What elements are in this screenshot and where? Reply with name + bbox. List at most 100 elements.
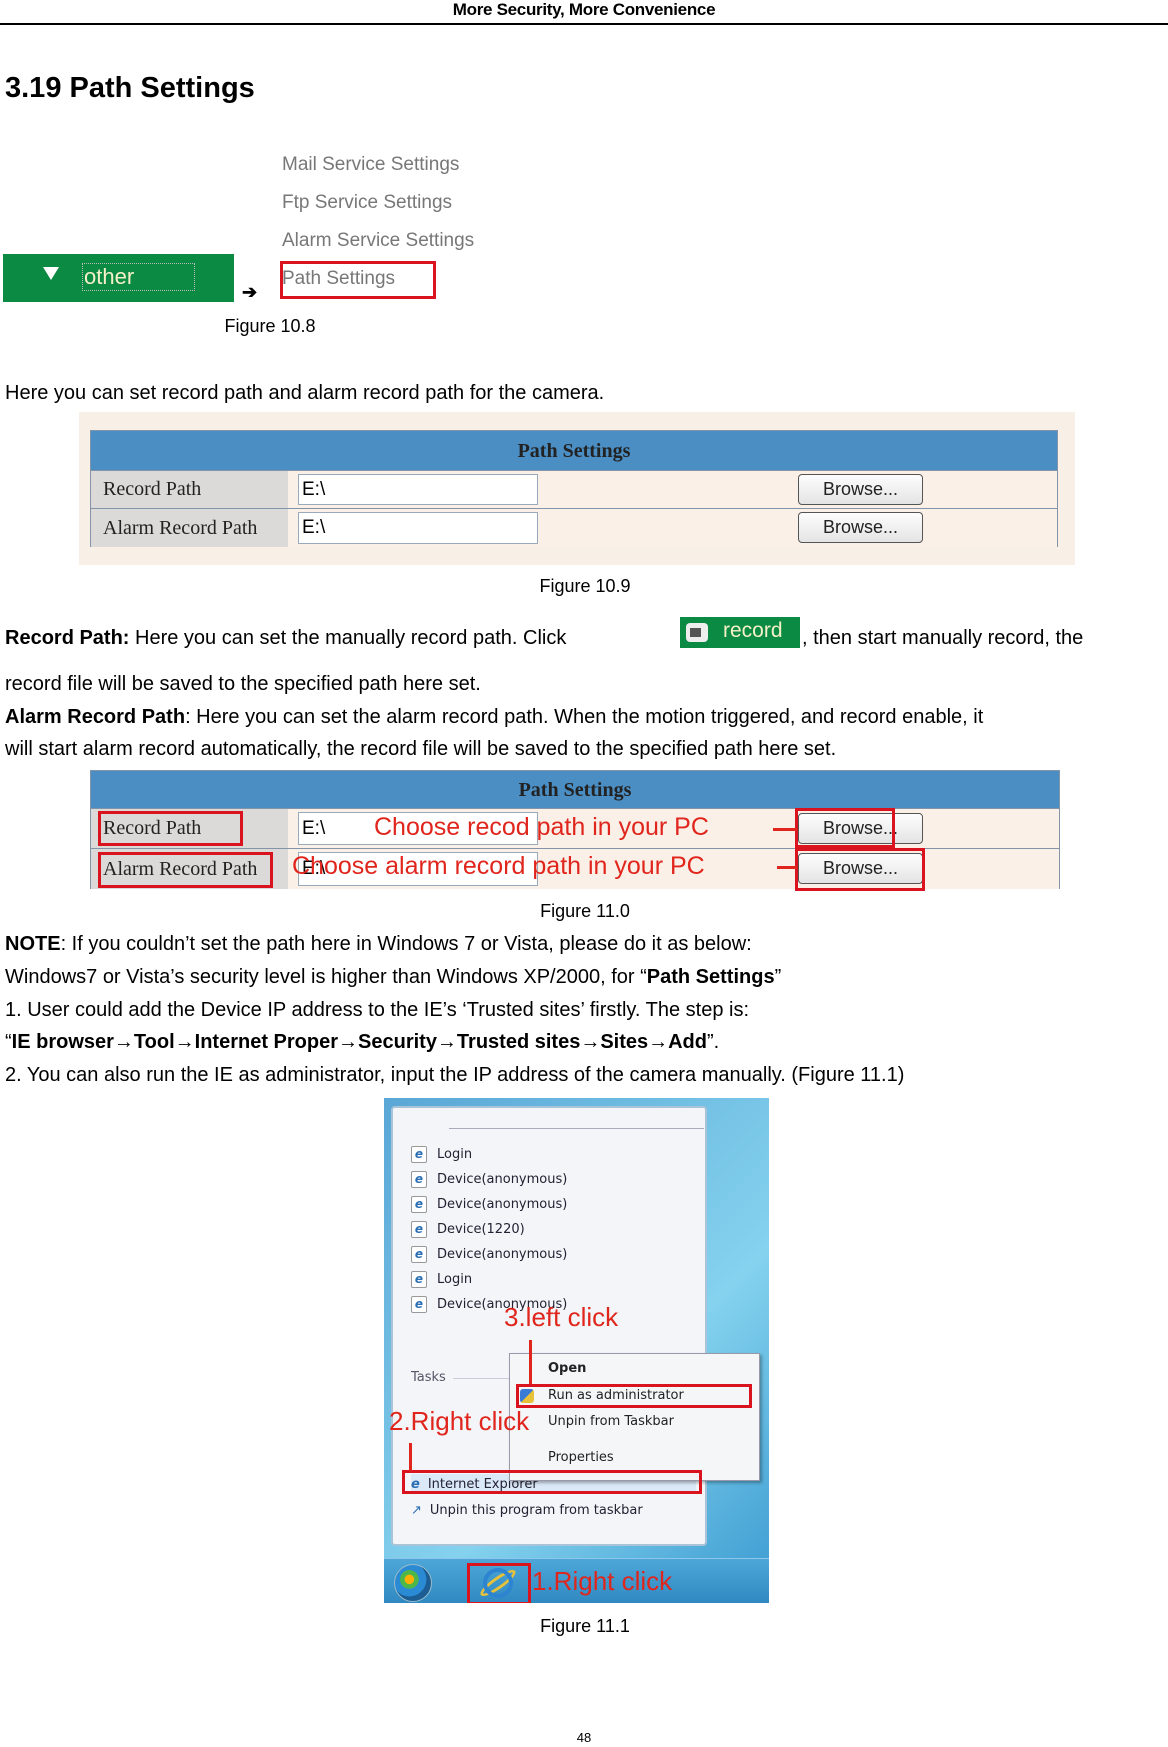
item-label: Device(anonymous)	[437, 1196, 568, 1212]
record-button[interactable]: record	[680, 617, 800, 648]
note-text: Windows7 or Vista’s security level is hi…	[5, 966, 647, 988]
alarm-record-path-input[interactable]: E:\	[298, 512, 538, 544]
note-text: ”.	[707, 1031, 720, 1053]
note-text: : If you couldn’t set the path here in W…	[60, 933, 752, 955]
jump-list-item[interactable]: e Device(1220)	[411, 1219, 525, 1239]
unpin-from-taskbar-item[interactable]: ↗ Unpin this program from taskbar	[411, 1500, 643, 1520]
highlight-box-taskbar-ie	[467, 1563, 531, 1603]
win7-screenshot: e Login e Device(anonymous) e Device(anonym…	[384, 1098, 769, 1603]
menu-item-alarm-service[interactable]: Alarm Service Settings	[282, 226, 482, 264]
annotation-step-3: 3.left click	[504, 1302, 619, 1332]
highlight-box-alarm-path-label	[98, 852, 273, 888]
table-row-record-path: Record Path E:\ Browse...	[91, 471, 1057, 509]
item-label: Device(anonymous)	[437, 1246, 568, 1262]
figure-caption: Figure 11.0	[540, 901, 630, 921]
page-number: 48	[576, 1730, 592, 1745]
highlight-box-run-as-admin	[516, 1384, 752, 1408]
desc-text: , then start manually record, the	[802, 627, 1084, 649]
term-alarm-record-path: Alarm Record Path	[5, 706, 186, 728]
item-label: Login	[437, 1271, 473, 1287]
item-label: Device(anonymous)	[437, 1171, 568, 1187]
item-label: Unpin this program from taskbar	[429, 1502, 643, 1518]
jump-list-item[interactable]: e Device(anonymous)	[411, 1244, 567, 1264]
alarm-record-path-label: Alarm Record Path	[91, 509, 288, 547]
highlight-box-browse-2	[795, 848, 925, 891]
path-settings-panel: Path Settings Record Path E:\ Browse... …	[79, 412, 1075, 565]
table-title: Path Settings	[91, 431, 1057, 471]
annotation-connector	[529, 1340, 532, 1384]
annotation-connector	[409, 1443, 412, 1471]
divider	[449, 1128, 704, 1129]
record-path-browse-button[interactable]: Browse...	[798, 474, 923, 505]
nav-group-other[interactable]: other	[3, 254, 234, 302]
figure-caption: Figure 11.1	[540, 1616, 630, 1636]
video-camera-icon	[686, 623, 708, 642]
taskbar: 1.Right click	[384, 1558, 769, 1603]
ie-page-icon: e	[411, 1195, 427, 1213]
note-text: ”	[774, 966, 782, 988]
table-row-alarm-record-path: Alarm Record Path E:\ Browse...	[91, 509, 1057, 547]
desc-text: record file will be saved to the specifi…	[5, 673, 481, 695]
unpin-icon: ↗	[411, 1502, 422, 1518]
context-item-properties[interactable]: Properties	[548, 1450, 614, 1465]
windows-start-icon[interactable]	[394, 1564, 432, 1602]
menu-item-ftp-service[interactable]: Ftp Service Settings	[282, 188, 482, 226]
tasks-heading: Tasks	[411, 1370, 446, 1385]
record-path-description: Record Path: Here you can set the manual…	[5, 627, 566, 650]
highlight-box-internet-explorer	[402, 1470, 702, 1494]
jump-list-item[interactable]: e Login	[411, 1269, 472, 1289]
item-label: Device(1220)	[437, 1221, 525, 1237]
intro-text: Here you can set record path and alarm r…	[5, 382, 605, 404]
desc-text: Here you can set the manually record pat…	[129, 627, 567, 649]
figure-caption: Figure 10.9	[539, 576, 631, 596]
context-menu: Open Run as administrator Unpin from Tas…	[509, 1353, 760, 1481]
annotation-record-path: Choose recod path in your PC	[374, 813, 709, 841]
highlight-box-path-settings	[280, 261, 436, 299]
highlight-box-record-path-label	[98, 811, 243, 846]
annotation-connector	[777, 866, 797, 869]
highlight-box-browse-1	[795, 808, 895, 848]
nav-group-label: other	[82, 263, 196, 291]
jump-list-item[interactable]: e Device(anonymous)	[411, 1169, 567, 1189]
note-line-2: Windows7 or Vista’s security level is hi…	[5, 966, 781, 989]
annotation-connector	[773, 828, 797, 831]
annotation-text: 1.Right click	[532, 1566, 673, 1596]
figure-caption: Figure 10.8	[224, 316, 316, 336]
context-item-open[interactable]: Open	[548, 1361, 586, 1376]
term-record-path: Record Path:	[5, 627, 130, 649]
record-path-input[interactable]: E:\	[298, 474, 538, 505]
note-term: NOTE	[5, 933, 61, 955]
ie-page-icon: e	[411, 1170, 427, 1188]
header-divider	[0, 23, 1168, 25]
note-line-1: NOTE: If you couldn’t set the path here …	[5, 933, 752, 956]
note-text: “	[5, 1031, 12, 1053]
alarm-record-path-description: Alarm Record Path: Here you can set the …	[5, 706, 983, 729]
item-label: Login	[437, 1146, 473, 1162]
section-title: 3.19 Path Settings	[5, 72, 255, 104]
ie-page-icon: e	[411, 1145, 427, 1163]
note-line-4: “IE browser→Tool→Internet Proper→Securit…	[5, 1031, 719, 1054]
jump-list-item[interactable]: e Login	[411, 1144, 472, 1164]
path-settings-table: Path Settings Record Path E:\ Browse... …	[90, 430, 1058, 547]
record-button-label: record	[723, 619, 783, 642]
record-path-label: Record Path	[91, 471, 288, 508]
annotation-step-2: 2.Right click	[389, 1406, 530, 1436]
table-title: Path Settings	[91, 771, 1059, 809]
note-line-5: 2. You can also run the IE as administra…	[5, 1064, 905, 1086]
desc-text: will start alarm record automatically, t…	[5, 738, 837, 760]
jump-list-item[interactable]: e Device(anonymous)	[411, 1194, 567, 1214]
menu-path: IE browser→Tool→Internet Proper→Security…	[11, 1031, 707, 1053]
annotation-alarm-record-path: Choose alarm record path in your PC	[292, 852, 705, 880]
annotation-step-1: 1.Right click	[532, 1566, 672, 1597]
ie-page-icon: e	[411, 1245, 427, 1263]
desc-text: : Here you can set the alarm record path…	[185, 706, 984, 728]
alarm-record-path-browse-button[interactable]: Browse...	[798, 512, 923, 543]
ie-page-icon: e	[411, 1270, 427, 1288]
menu-item-mail-service[interactable]: Mail Service Settings	[282, 150, 482, 188]
arrow-right-icon: ➔	[242, 282, 258, 302]
note-line-3: 1. User could add the Device IP address …	[5, 999, 750, 1021]
running-header: More Security, More Convenience	[452, 0, 716, 19]
ie-page-icon: e	[411, 1295, 427, 1313]
ie-page-icon: e	[411, 1220, 427, 1238]
context-item-unpin[interactable]: Unpin from Taskbar	[548, 1414, 674, 1429]
